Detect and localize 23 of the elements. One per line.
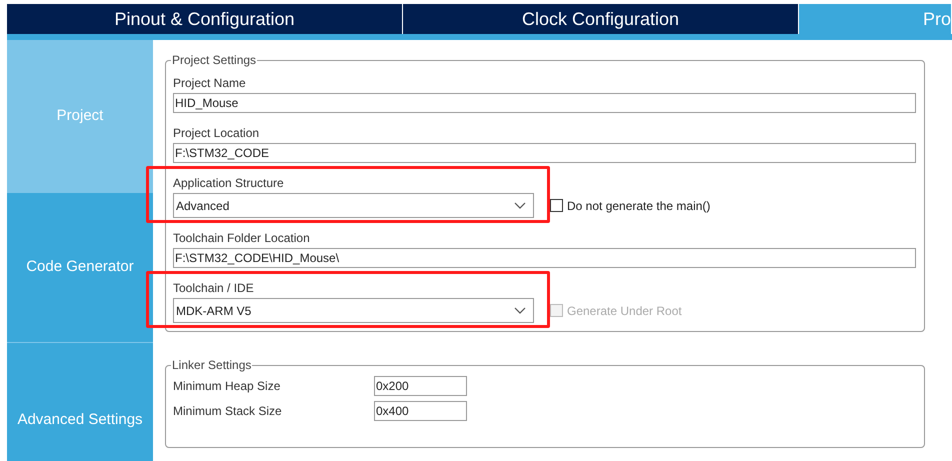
field-label: Minimum Heap Size	[173, 378, 282, 395]
field-label: Minimum Stack Size	[173, 403, 283, 420]
input-field[interactable]: 0x200	[374, 376, 467, 396]
input-field[interactable]: F:\STM32_CODE\HID_Mouse\	[173, 248, 916, 268]
checkbox-label: Generate Under Root	[567, 302, 682, 320]
tab[interactable]: Clock Configuration	[403, 4, 799, 34]
input-field[interactable]: 0x400	[374, 401, 467, 421]
tab[interactable]: Pinout & Configuration	[7, 4, 403, 34]
chevron-down-icon	[514, 307, 526, 314]
field-label: Application Structure	[173, 175, 285, 192]
field-label: Toolchain / IDE	[173, 280, 255, 297]
field-label: Toolchain Folder Location	[173, 230, 311, 247]
field-label: Project Name	[173, 75, 247, 92]
input-field[interactable]: F:\STM32_CODE	[173, 143, 916, 163]
checkbox-label: Do not generate the main()	[567, 198, 710, 214]
chevron-down-icon	[514, 202, 526, 209]
dropdown[interactable]: Advanced	[173, 193, 534, 218]
dropdown[interactable]: MDK-ARM V5	[173, 298, 534, 323]
checkbox[interactable]	[550, 199, 563, 212]
input-field[interactable]: HID_Mouse	[173, 93, 916, 113]
group-title: Linker Settings	[171, 358, 252, 372]
field-label: Project Location	[173, 125, 260, 142]
group-title: Project Settings	[171, 53, 258, 67]
